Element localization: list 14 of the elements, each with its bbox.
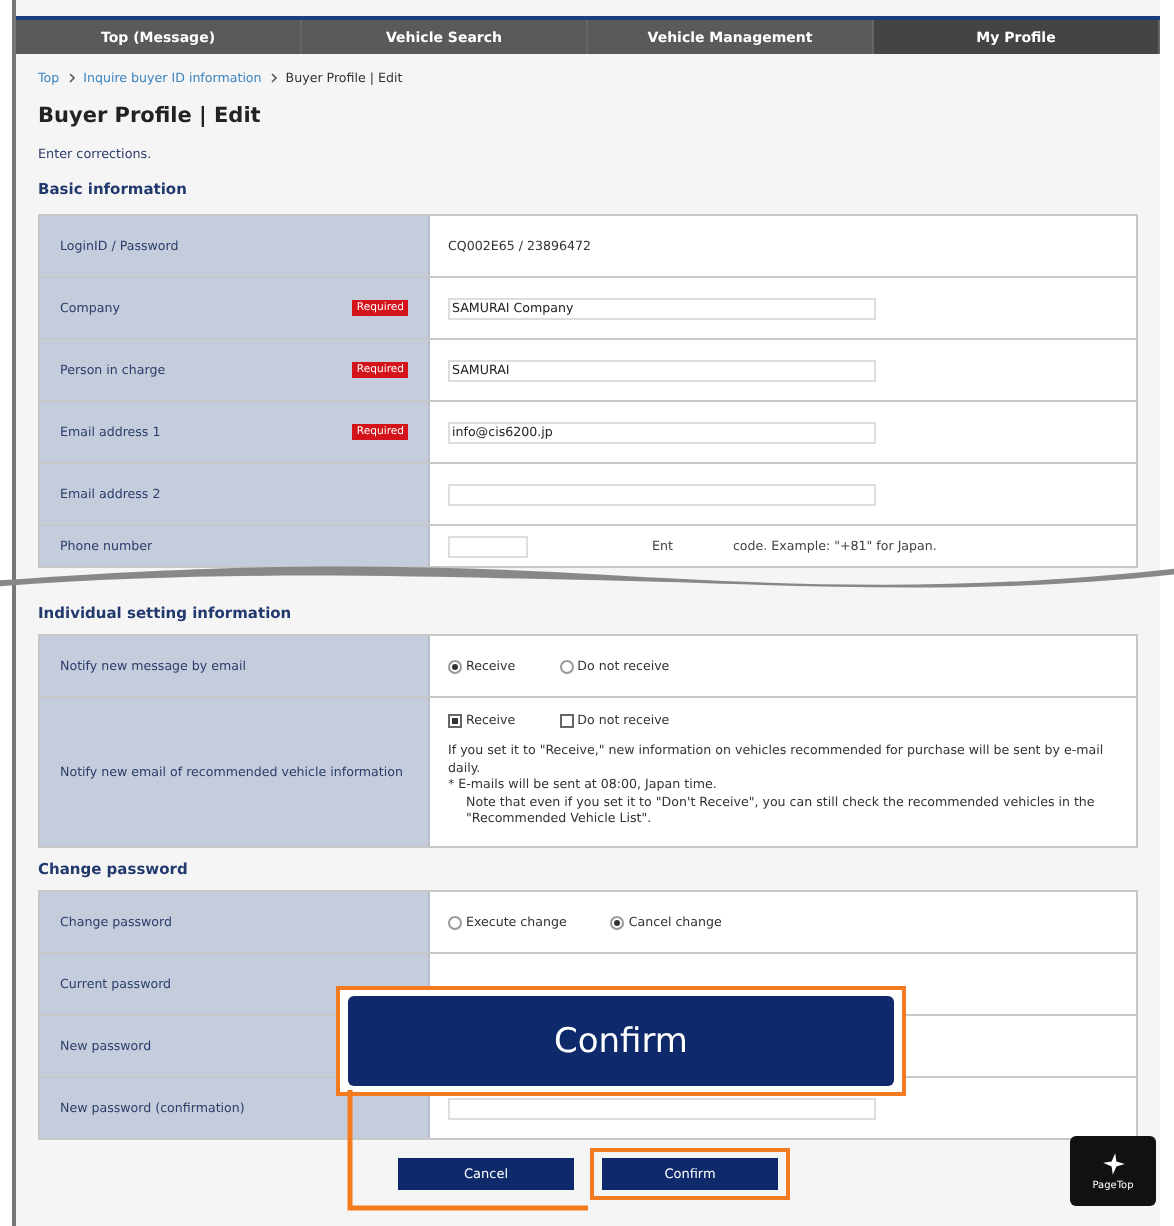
star-icon (1101, 1151, 1125, 1175)
checkbox[interactable] (448, 714, 462, 729)
input-field[interactable] (448, 1097, 876, 1119)
chevron-icon (269, 72, 278, 84)
radio-button[interactable] (559, 659, 574, 673)
radio-button[interactable] (448, 915, 462, 929)
checkbox[interactable] (559, 714, 574, 729)
radio-button[interactable] (610, 915, 625, 929)
radio-button[interactable] (448, 659, 462, 673)
input-field[interactable] (448, 535, 528, 557)
input-field[interactable] (448, 483, 876, 505)
page-title: Buyer Profile | Edit (38, 102, 263, 132)
chevron-icon (67, 72, 76, 84)
confirm-button-enlarged: Confirm (348, 996, 894, 1086)
